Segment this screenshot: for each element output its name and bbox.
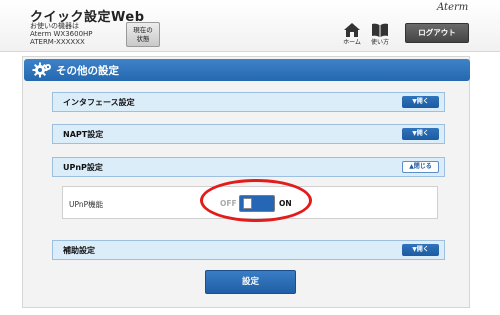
- aux-open-button[interactable]: ▼開く: [402, 244, 439, 256]
- device-id: ATERM-XXXXXX: [30, 38, 85, 46]
- manual-label: 使い方: [370, 39, 389, 46]
- napt-open-button[interactable]: ▼開く: [402, 128, 439, 140]
- section-title-bar: その他の設定: [24, 59, 470, 81]
- accordion-upnp-settings[interactable]: UPnP設定 ▲閉じる: [52, 157, 445, 177]
- submit-button[interactable]: 設定: [205, 270, 296, 294]
- logout-button[interactable]: ログアウト: [405, 23, 469, 43]
- aux-settings-label: 補助設定: [63, 246, 95, 255]
- device-model: Aterm WX3600HP: [30, 30, 93, 38]
- upnp-close-button[interactable]: ▲閉じる: [402, 161, 439, 173]
- book-icon: [366, 22, 394, 37]
- home-icon: [338, 22, 366, 37]
- upnp-function-label: UPnP機能: [69, 200, 104, 209]
- device-caption: お使いの機器は: [30, 22, 79, 30]
- home-nav[interactable]: ホーム: [338, 22, 366, 46]
- status-button-line-2: 状態: [136, 35, 150, 43]
- current-status-button[interactable]: 現在の 状態: [126, 22, 160, 47]
- accordion-aux-settings[interactable]: 補助設定 ▼開く: [52, 240, 445, 260]
- upnp-on-label: ON: [279, 199, 292, 208]
- page-title: その他の設定: [56, 65, 119, 77]
- brand-logo: Aterm: [437, 2, 469, 13]
- upnp-off-label: OFF: [220, 199, 237, 208]
- upnp-settings-label: UPnP設定: [63, 163, 103, 172]
- accordion-interface-settings[interactable]: インタフェース設定 ▼開く: [52, 92, 445, 112]
- manual-nav[interactable]: 使い方: [366, 22, 394, 46]
- interface-settings-label: インタフェース設定: [63, 98, 135, 107]
- interface-open-button[interactable]: ▼開く: [402, 96, 439, 108]
- home-label: ホーム: [343, 39, 361, 46]
- gear-icon: [32, 62, 52, 82]
- upnp-toggle-switch[interactable]: [239, 195, 275, 212]
- header-bar: クイック設定Web お使いの機器は Aterm WX3600HP ATERM-X…: [0, 0, 500, 52]
- upnp-settings-body: UPnP機能 OFF ON: [62, 186, 438, 219]
- accordion-napt-settings[interactable]: NAPT設定 ▼開く: [52, 124, 445, 144]
- status-button-line-1: 現在の: [133, 26, 153, 34]
- toggle-knob[interactable]: [243, 198, 252, 209]
- napt-settings-label: NAPT設定: [63, 130, 104, 139]
